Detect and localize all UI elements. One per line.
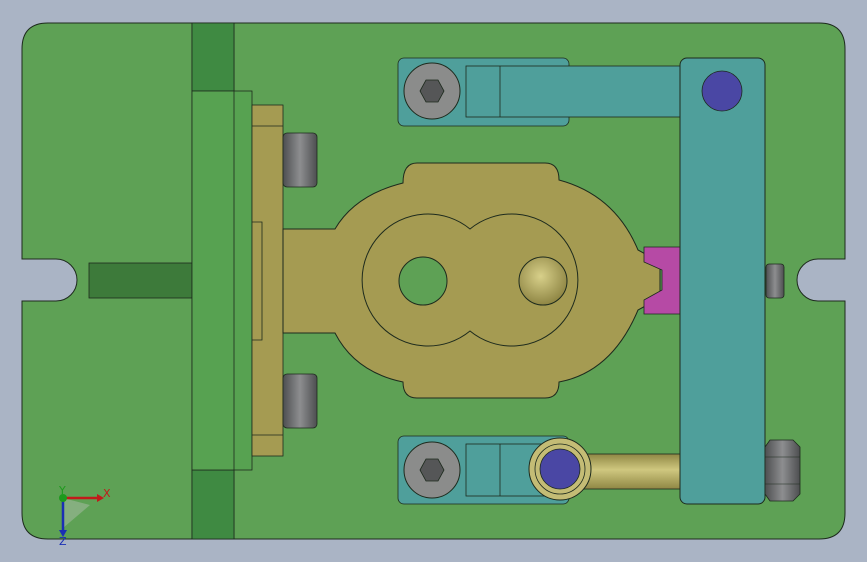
side-bolt-bottom[interactable] [282,373,318,429]
lever-pivot-pin[interactable] [701,70,743,112]
hex-nut[interactable] [764,439,801,502]
axis-label-z: Z [59,535,67,548]
left-locating-bar[interactable] [88,262,193,299]
locating-pin-knob[interactable] [518,256,568,306]
side-clamp-plate[interactable] [251,104,284,457]
clamp-rod[interactable] [582,453,684,490]
cad-viewport[interactable]: X Y Z [0,0,867,562]
side-bolt-top[interactable] [282,132,318,188]
fixture-assembly-drawing[interactable] [0,0,867,562]
vertical-lever-bar[interactable] [679,57,766,505]
axis-label-y: Y [59,484,66,497]
rail-bottom-end [191,469,235,540]
rod-eye-pin[interactable] [539,448,581,490]
rail-top-end [191,22,235,92]
side-stud[interactable] [765,263,785,299]
rail-support-block[interactable] [191,90,253,471]
workpiece-bore-left[interactable] [398,256,448,306]
axis-label-x: X [103,487,111,500]
